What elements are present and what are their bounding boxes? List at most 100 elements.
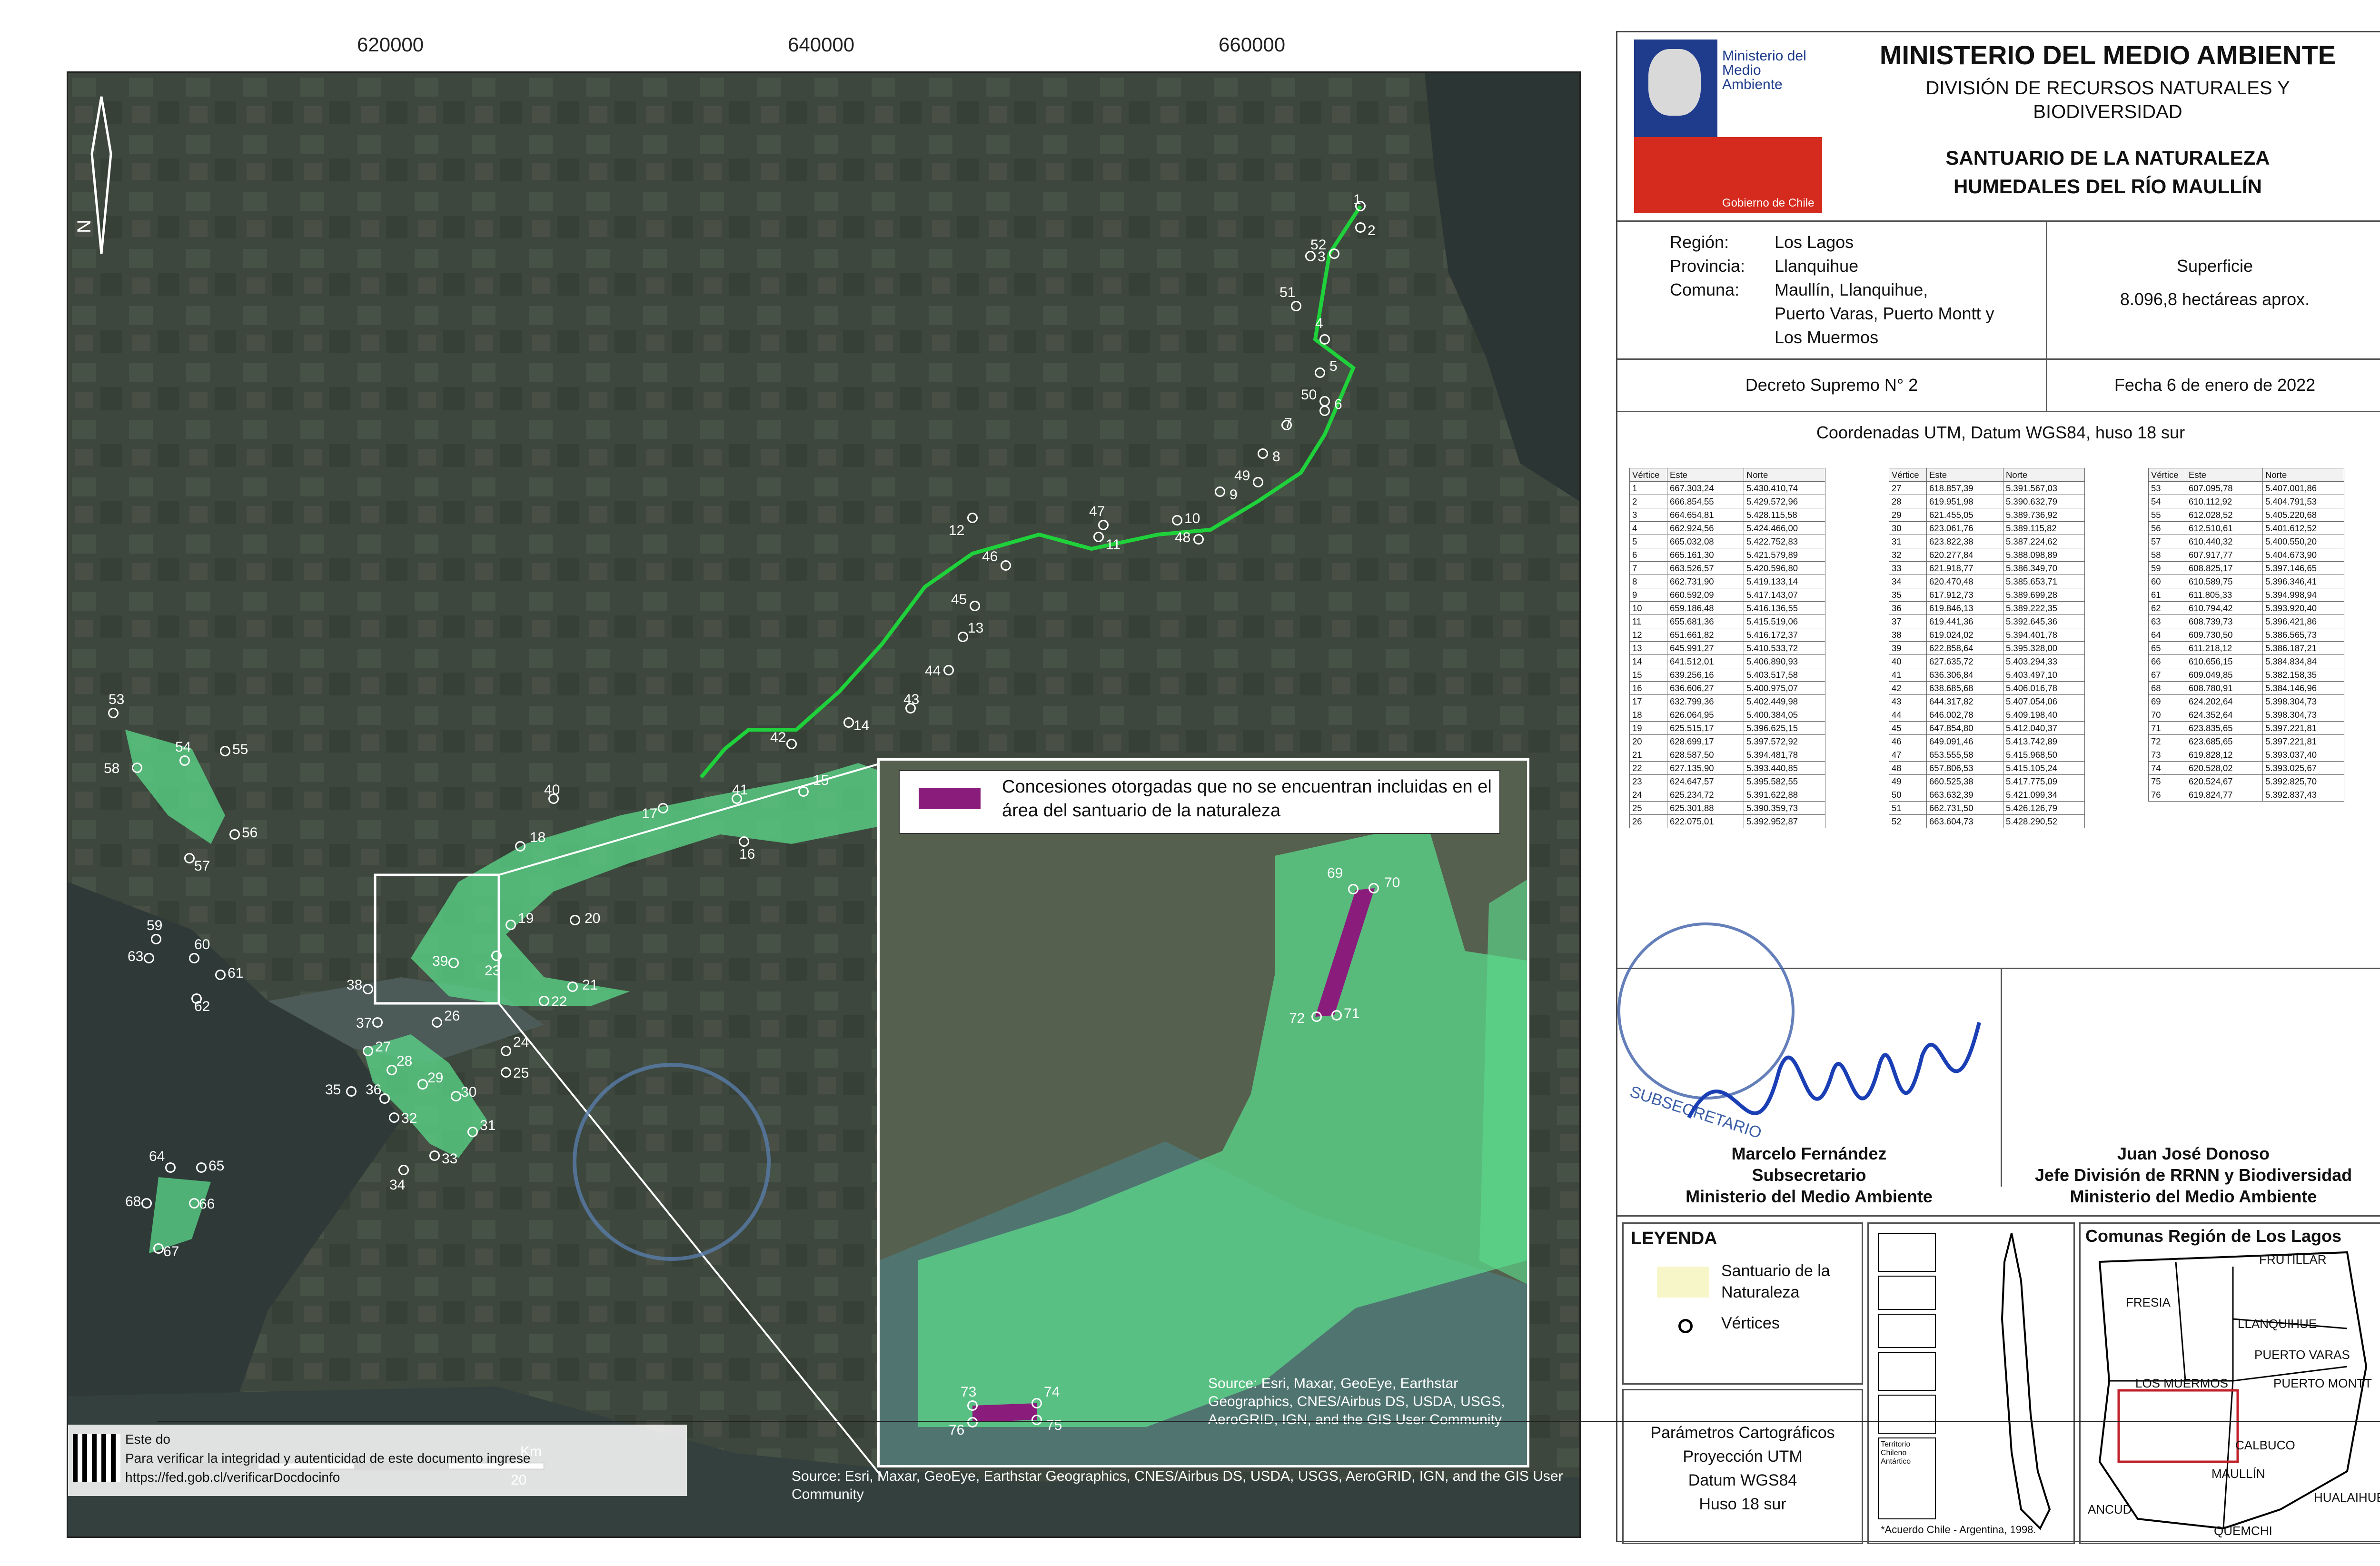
vertice-cell: 55 (2148, 508, 2186, 522)
vertex-marker[interactable] (1331, 1010, 1342, 1021)
vertex-marker[interactable] (739, 836, 749, 847)
vertex-marker[interactable] (1031, 1415, 1042, 1425)
vertex-marker[interactable] (151, 934, 161, 944)
vertex-marker[interactable] (189, 953, 199, 963)
vertex-marker[interactable] (363, 984, 373, 994)
norte-cell: 5.386.349,70 (2003, 561, 2085, 575)
vertex-marker[interactable] (1319, 396, 1330, 406)
vertex-marker[interactable] (970, 601, 980, 611)
vertex-marker[interactable] (184, 853, 195, 863)
table-row: 66 610.656,15 5.384.834,84 (2148, 654, 2344, 668)
vertex-marker[interactable] (1348, 884, 1359, 894)
vertex-marker[interactable] (372, 1017, 383, 1028)
vertex-marker[interactable] (501, 1046, 511, 1056)
vertex-marker[interactable] (1172, 515, 1182, 525)
vertex-marker[interactable] (1291, 301, 1301, 311)
vertex-marker[interactable] (958, 632, 968, 642)
vertex-marker[interactable] (1215, 486, 1225, 497)
vertex-marker[interactable] (786, 739, 797, 749)
vertex-marker[interactable] (1315, 367, 1325, 378)
vertex-marker[interactable] (967, 1417, 978, 1427)
vertex-marker[interactable] (448, 958, 459, 968)
vertex-marker[interactable] (798, 786, 809, 797)
vertex-marker[interactable] (1319, 406, 1330, 416)
vertex-marker[interactable] (189, 1198, 199, 1209)
qr-code[interactable] (73, 1434, 120, 1482)
vertex-marker[interactable] (1319, 334, 1330, 345)
vertice-cell: 33 (1889, 561, 1927, 575)
vertex-marker[interactable] (220, 746, 230, 756)
vertex-marker[interactable] (1368, 883, 1379, 893)
vertex-marker[interactable] (1001, 560, 1011, 571)
vertex-marker[interactable] (141, 1198, 152, 1209)
info-panel: Ministerio del Medio Ambiente Gobierno d… (1616, 31, 2380, 1544)
vertex-marker[interactable] (1311, 1011, 1322, 1022)
verify-url[interactable]: https://fed.gob.cl/verificarDocdocinfo (125, 1470, 340, 1485)
este-cell: 607.917,77 (2186, 548, 2263, 562)
vertex-marker[interactable] (417, 1079, 428, 1090)
vertex-marker[interactable] (1193, 534, 1204, 545)
vertex-marker[interactable] (1093, 532, 1104, 542)
vertex-marker[interactable] (658, 803, 668, 813)
norte-cell: 5.391.622,88 (1744, 788, 1825, 802)
vertex-marker[interactable] (432, 1017, 442, 1028)
vertex-marker[interactable] (398, 1165, 409, 1175)
vertex-marker[interactable] (506, 920, 516, 930)
vertex-marker[interactable] (967, 1400, 978, 1411)
vertex-marker[interactable] (363, 1046, 373, 1056)
vertice-cell: 73 (2148, 748, 2186, 762)
vertex-marker[interactable] (451, 1091, 461, 1101)
x-tick-660000: 660000 (1219, 33, 1286, 56)
vertice-cell: 37 (1889, 615, 1927, 628)
concession-swatch (919, 788, 981, 809)
vertex-marker[interactable] (144, 953, 154, 963)
vertex-marker[interactable] (108, 708, 119, 718)
vertex-marker[interactable] (1329, 248, 1339, 259)
table-row: 32 620.277,84 5.388.098,89 (1889, 548, 2085, 562)
vertice-cell: 17 (1629, 694, 1667, 708)
vertex-marker[interactable] (153, 1243, 164, 1254)
col-vertice: Vértice (1889, 468, 1927, 482)
table-row: 18 626.064,95 5.400.384,05 (1629, 708, 1825, 722)
vertex-marker[interactable] (179, 755, 190, 766)
vertex-marker[interactable] (1355, 222, 1366, 233)
vertex-marker[interactable] (570, 915, 580, 925)
comuna-label-frutillar: FRUTILLAR (2259, 1252, 2327, 1267)
norte-cell: 5.430.410,74 (1744, 481, 1825, 495)
vertex-marker[interactable] (1253, 477, 1263, 487)
satellite-map[interactable]: 1 2 3 4 5 6 7 8 9 10 11 12 13 14 15 16 1… (67, 71, 1581, 1538)
vertex-marker[interactable] (1031, 1398, 1042, 1408)
vertice-cell: 42 (1889, 681, 1927, 695)
vertex-marker[interactable] (132, 763, 142, 773)
vertex-marker[interactable] (539, 996, 549, 1006)
vertex-marker[interactable] (843, 717, 854, 728)
params-line-2: Datum WGS84 (1688, 1471, 1797, 1489)
vertex-marker[interactable] (387, 1065, 397, 1075)
vertex-marker[interactable] (491, 951, 502, 961)
vertex-marker[interactable] (346, 1086, 357, 1097)
vertex-marker[interactable] (515, 841, 526, 852)
este-cell: 644.317,82 (1926, 694, 2003, 708)
logo-footer: Gobierno de Chile (1722, 197, 1815, 209)
este-cell: 665.032,08 (1667, 535, 1744, 548)
vertex-marker[interactable] (1258, 448, 1268, 459)
vertex-marker[interactable] (467, 1127, 478, 1137)
vertex-marker[interactable] (429, 1150, 440, 1161)
vertex-marker[interactable] (967, 513, 978, 523)
vertex-marker[interactable] (501, 1067, 511, 1078)
ministry-title: MINISTERIO DEL MEDIO AMBIENTE (1879, 40, 2336, 70)
params-line-1: Proyección UTM (1683, 1447, 1803, 1466)
vertex-marker[interactable] (165, 1162, 176, 1173)
vertex-marker[interactable] (943, 665, 954, 675)
vertex-marker[interactable] (215, 970, 226, 980)
vertex-marker[interactable] (229, 829, 240, 840)
comuna-label-llanquihue: LLANQUIHUE (2238, 1317, 2317, 1331)
vertex-marker[interactable] (1098, 520, 1109, 530)
vertex-marker[interactable] (567, 981, 578, 992)
vertex-marker[interactable] (389, 1112, 399, 1123)
vertice-cell: 3 (1629, 508, 1667, 522)
norte-cell: 5.424.466,00 (1744, 521, 1825, 535)
este-cell: 628.587,50 (1667, 748, 1744, 762)
vertex-marker[interactable] (196, 1162, 207, 1173)
inset-map[interactable]: Concesiones otorgadas que no se encuentr… (877, 758, 1529, 1467)
